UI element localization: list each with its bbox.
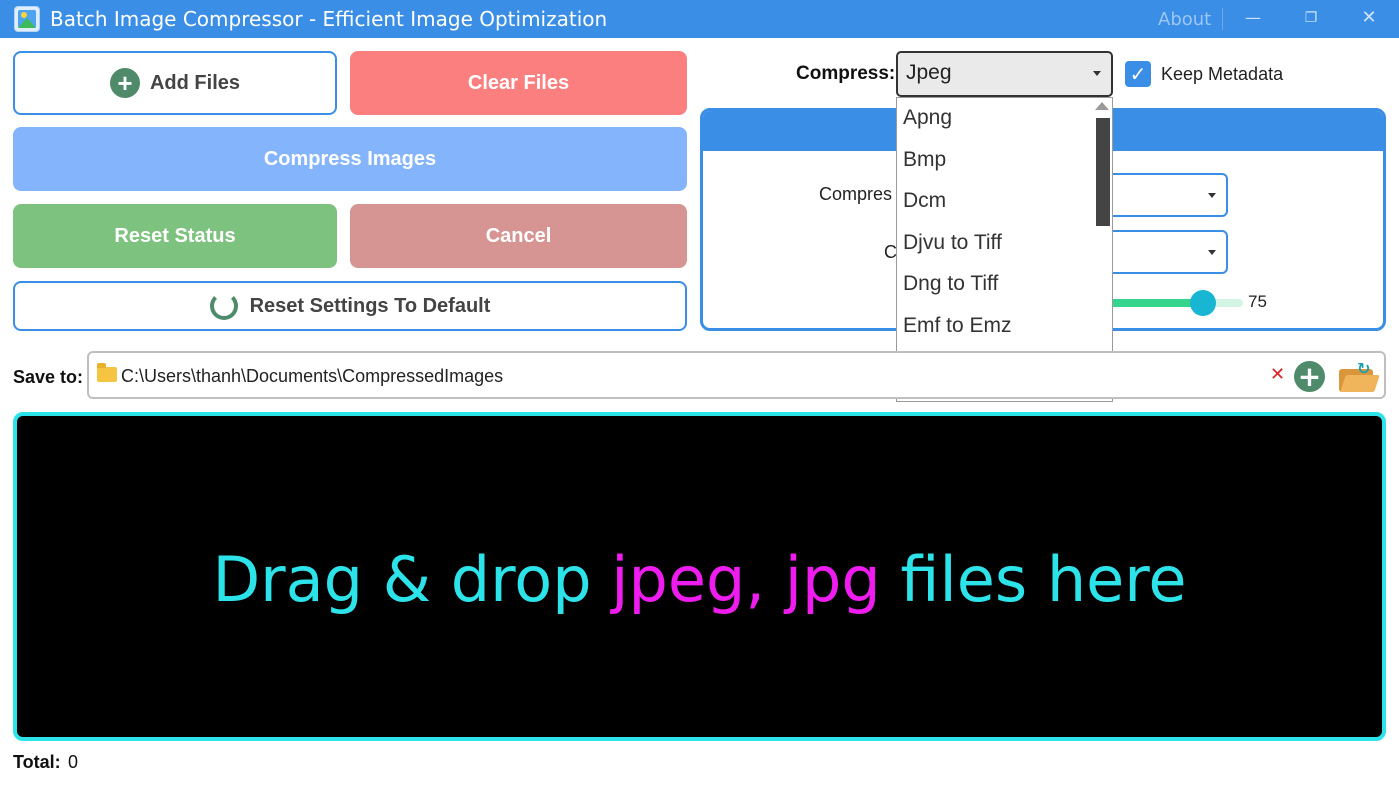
minimize-icon[interactable]: — (1241, 6, 1265, 30)
save-path-value: C:\Users\thanh\Documents\CompressedImage… (121, 366, 504, 386)
add-path-icon[interactable]: + (1294, 361, 1325, 392)
scroll-up-icon[interactable] (1095, 102, 1109, 110)
chevron-down-icon (1093, 71, 1101, 76)
save-to-label: Save to: (13, 367, 84, 387)
reset-settings-label: Reset Settings To Default (249, 294, 491, 317)
compression-mode-label: Compres (819, 184, 893, 204)
open-folder-icon[interactable]: ↻ (1339, 359, 1380, 392)
reset-icon (209, 292, 238, 320)
total-value: 0 (68, 752, 79, 772)
reset-settings-button[interactable]: Reset Settings To Default (13, 281, 687, 331)
about-link[interactable]: About (1158, 9, 1211, 30)
add-files-label: Add Files (149, 71, 240, 94)
cancel-button[interactable]: Cancel (350, 204, 687, 268)
chevron-down-icon (1208, 250, 1216, 255)
quality-slider-thumb[interactable] (1190, 290, 1216, 316)
drop-text-extensions: jpeg, jpg (611, 543, 881, 616)
dropdown-scrollbar[interactable] (1096, 118, 1110, 226)
close-icon[interactable]: ✕ (1357, 6, 1381, 30)
folder-icon (97, 363, 117, 382)
format-select[interactable]: Jpeg (896, 51, 1113, 97)
save-path-field[interactable]: C:\Users\thanh\Documents\CompressedImage… (87, 351, 1386, 399)
compress-label: Compress: (796, 63, 896, 84)
total-label: Total: (13, 752, 61, 772)
clear-path-icon[interactable]: ✕ (1270, 364, 1285, 385)
drop-zone[interactable]: Drag & drop jpeg, jpg files here (13, 412, 1386, 741)
keep-metadata-label[interactable]: Keep Metadata (1161, 64, 1283, 85)
format-option[interactable]: Apng (903, 106, 952, 130)
format-option[interactable]: Djvu to Tiff (903, 231, 1002, 255)
app-icon (14, 6, 40, 32)
format-selected-value: Jpeg (906, 61, 952, 84)
maximize-icon[interactable]: ❐ (1299, 6, 1323, 30)
clear-files-button[interactable]: Clear Files (350, 51, 687, 115)
compress-images-button[interactable]: Compress Images (13, 127, 687, 191)
window-title: Batch Image Compressor - Efficient Image… (50, 7, 608, 31)
quality-value: 75 (1248, 292, 1267, 311)
reset-status-button[interactable]: Reset Status (13, 204, 337, 268)
keep-metadata-checkbox[interactable]: ✓ (1125, 61, 1151, 87)
add-files-button[interactable]: + Add Files (13, 51, 337, 115)
format-option[interactable]: Dng to Tiff (903, 272, 998, 296)
plus-circle-icon: + (109, 68, 140, 98)
drop-text-before: Drag & drop (212, 543, 612, 616)
chevron-down-icon (1208, 193, 1216, 198)
drop-zone-text: Drag & drop jpeg, jpg files here (17, 543, 1382, 616)
format-option[interactable]: Emf to Emz (903, 314, 1012, 338)
format-option[interactable]: Dcm (903, 189, 946, 213)
title-separator (1222, 8, 1223, 30)
title-bar: Batch Image Compressor - Efficient Image… (0, 0, 1399, 38)
format-option[interactable]: Bmp (903, 148, 946, 172)
drop-text-after: files here (880, 543, 1187, 616)
